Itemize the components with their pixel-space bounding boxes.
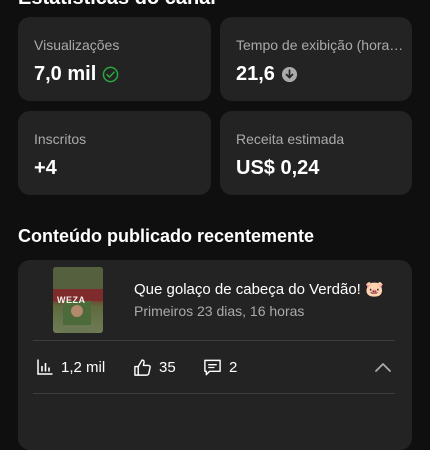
stat-label: Inscritos — [34, 131, 87, 147]
stat-value-row: 7,0 mil — [34, 63, 119, 86]
thumbs-up-icon — [134, 359, 151, 376]
stat-card-views[interactable]: Visualizações 7,0 mil — [18, 17, 211, 101]
stat-value-row: +4 — [34, 157, 57, 180]
stat-value: 7,0 mil — [34, 63, 97, 85]
bar-chart-icon — [37, 359, 53, 375]
thumbnail-text: WEZA — [57, 295, 86, 305]
comments-metric: 2 — [203, 358, 237, 377]
video-subtitle: Primeiros 23 dias, 16 horas — [134, 303, 305, 319]
arrow-down-circle-icon — [281, 66, 298, 83]
stat-value-row: US$ 0,24 — [236, 157, 319, 180]
recent-content-title: Conteúdo publicado recentemente — [18, 226, 315, 246]
comment-icon — [204, 359, 221, 376]
likes-count: 35 — [159, 359, 176, 376]
stat-card-revenue[interactable]: Receita estimada US$ 0,24 — [220, 111, 412, 195]
stat-label: Visualizações — [34, 37, 120, 53]
stat-value: +4 — [34, 157, 57, 179]
likes-metric: 35 — [133, 358, 176, 377]
stat-value: 21,6 — [236, 63, 275, 85]
stat-label: Receita estimada — [236, 131, 345, 147]
video-title[interactable]: Que golaço de cabeça do Verdão! 🐷 — [134, 280, 384, 298]
video-thumbnail[interactable]: WEZA — [53, 267, 103, 333]
stat-card-subscribers[interactable]: Inscritos +4 — [18, 111, 211, 195]
views-metric: 1,2 mil — [36, 358, 105, 376]
channel-stats-title: Estatísticas do canal — [18, 0, 216, 10]
views-count: 1,2 mil — [61, 358, 106, 376]
check-circle-icon — [102, 66, 119, 83]
stat-card-watch-time[interactable]: Tempo de exibição (hora… 21,6 — [220, 17, 412, 101]
collapse-button[interactable] — [374, 361, 392, 373]
chevron-up-icon — [375, 363, 391, 372]
comments-count: 2 — [229, 359, 238, 376]
divider — [33, 393, 395, 394]
stat-value: US$ 0,24 — [236, 157, 320, 179]
stat-value-row: 21,6 — [236, 63, 298, 86]
recent-video-card: WEZA Que golaço de cabeça do Verdão! 🐷 P… — [18, 260, 412, 450]
divider — [33, 340, 395, 341]
stat-label: Tempo de exibição (hora… — [236, 37, 404, 53]
